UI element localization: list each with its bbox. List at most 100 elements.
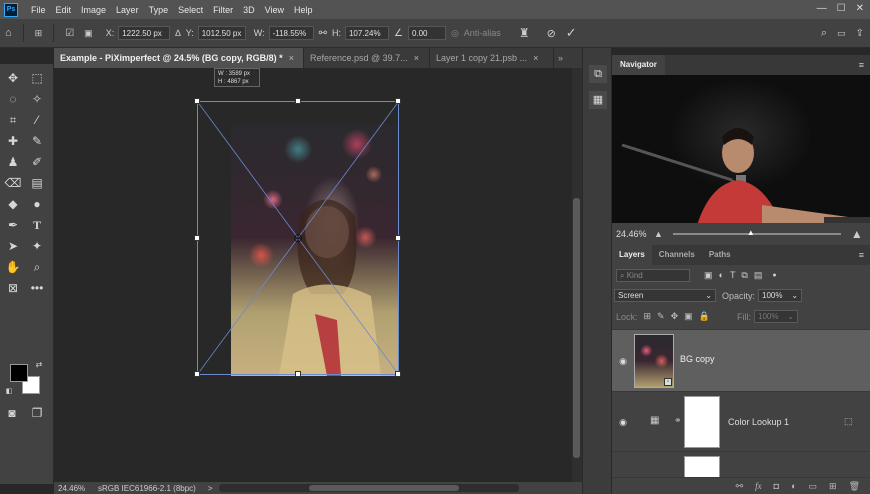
frame-tool-icon[interactable]: ⊠ bbox=[4, 279, 22, 297]
tab-close-icon[interactable]: × bbox=[289, 53, 294, 63]
menu-view[interactable]: View bbox=[260, 5, 289, 15]
hand-tool-icon[interactable]: ✋ bbox=[4, 258, 22, 276]
layer-kind-filter[interactable]: ⌕ Kind bbox=[616, 269, 690, 282]
minimize-icon[interactable]: — bbox=[817, 3, 827, 14]
layer-row-color-lookup[interactable]: ◉ ▦ ⚭ Color Lookup 1 ⬚ bbox=[612, 391, 870, 451]
lock-icons[interactable]: ⊞✎✥▣🔒 bbox=[644, 311, 716, 322]
panel-menu-icon[interactable]: ≡ bbox=[859, 245, 864, 265]
pen-tool-icon[interactable]: ✒ bbox=[4, 216, 22, 234]
tab-navigator[interactable]: Navigator bbox=[612, 55, 665, 75]
tab-reference-document[interactable]: Reference.psd @ 39.7... × bbox=[304, 48, 430, 68]
menu-filter[interactable]: Filter bbox=[208, 5, 238, 15]
link-layers-icon[interactable]: ⚯ bbox=[736, 481, 744, 492]
filter-toggle-icon[interactable]: ● bbox=[772, 272, 776, 279]
layer-filter-icons[interactable]: ▣◐T⧉▤ bbox=[704, 270, 768, 281]
blur-tool-icon[interactable]: ◆ bbox=[4, 195, 22, 213]
layer-row-partial[interactable] bbox=[612, 451, 870, 478]
horizontal-scrollbar[interactable] bbox=[218, 484, 519, 492]
close-window-icon[interactable]: ✕ bbox=[856, 3, 864, 14]
path-selection-tool-icon[interactable]: ➤ bbox=[4, 237, 22, 255]
status-zoom[interactable]: 24.46% bbox=[58, 484, 92, 493]
marquee-tool-icon[interactable]: ⬚ bbox=[28, 69, 46, 87]
zoom-slider-handle[interactable]: ▲ bbox=[747, 229, 755, 237]
custom-shape-tool-icon[interactable]: ✦ bbox=[28, 237, 46, 255]
reference-point-grid-icon[interactable]: ⊞ bbox=[35, 28, 43, 39]
menu-type[interactable]: Type bbox=[144, 5, 174, 15]
zoom-out-icon[interactable]: ▲ bbox=[654, 229, 663, 239]
gradient-tool-icon[interactable]: ▤ bbox=[28, 174, 46, 192]
move-tool-icon[interactable]: ✥ bbox=[4, 69, 22, 87]
transform-handle-right[interactable] bbox=[395, 235, 401, 241]
transform-handle-bottom-right[interactable] bbox=[395, 371, 401, 377]
interpolation-icon[interactable]: ◎ bbox=[451, 28, 459, 39]
lasso-tool-icon[interactable]: ◌ bbox=[4, 90, 22, 108]
healing-brush-tool-icon[interactable]: ✚ bbox=[4, 132, 22, 150]
visibility-eye-icon[interactable]: ◉ bbox=[618, 356, 628, 366]
document-canvas[interactable]: ⊕ W : 3589 px H : 4867 px bbox=[54, 68, 572, 482]
screen-mode-icon[interactable]: ❐ bbox=[28, 404, 46, 422]
type-tool-icon[interactable]: T bbox=[28, 216, 46, 234]
blend-mode-select[interactable]: Screen ⌄ bbox=[614, 289, 716, 302]
new-layer-icon[interactable]: ⊞ bbox=[829, 481, 837, 492]
magic-wand-tool-icon[interactable]: ✧ bbox=[28, 90, 46, 108]
transform-bounding-box[interactable]: ⊕ bbox=[194, 98, 401, 377]
layer-mask-thumbnail[interactable] bbox=[684, 396, 720, 448]
delete-layer-icon[interactable]: 🗑 bbox=[849, 481, 860, 492]
swap-colors-icon[interactable]: ⇄ bbox=[34, 360, 44, 370]
more-tools-icon[interactable]: ••• bbox=[28, 279, 46, 297]
commit-transform-icon[interactable]: ✓ bbox=[566, 25, 577, 41]
menu-help[interactable]: Help bbox=[289, 5, 318, 15]
scrollbar-thumb[interactable] bbox=[573, 198, 580, 458]
eyedropper-tool-icon[interactable]: ⁄ bbox=[28, 111, 46, 129]
dodge-tool-icon[interactable]: ● bbox=[28, 195, 46, 213]
tab-layer-copy-document[interactable]: Layer 1 copy 21.psb ... × bbox=[430, 48, 554, 68]
tab-paths[interactable]: Paths bbox=[702, 245, 738, 265]
transform-handle-left[interactable] bbox=[194, 235, 200, 241]
tab-layers[interactable]: Layers bbox=[612, 245, 652, 265]
tab-example-document[interactable]: Example - PiXimperfect @ 24.5% (BG copy,… bbox=[54, 48, 304, 68]
navigator-preview[interactable] bbox=[612, 75, 870, 223]
link-icon[interactable]: ⚯ bbox=[319, 28, 327, 39]
tab-channels[interactable]: Channels bbox=[652, 245, 702, 265]
layer-name[interactable]: BG copy bbox=[680, 354, 715, 364]
default-colors-icon[interactable]: ◧ bbox=[4, 387, 14, 397]
home-icon[interactable]: ⌂ bbox=[5, 27, 12, 39]
layer-name[interactable]: Color Lookup 1 bbox=[728, 417, 789, 427]
foreground-color-swatch[interactable] bbox=[10, 364, 28, 382]
transform-handle-bottom[interactable] bbox=[295, 371, 301, 377]
canvas-vertical-scrollbar[interactable] bbox=[572, 68, 582, 482]
menu-edit[interactable]: Edit bbox=[51, 5, 77, 15]
height-percent-input[interactable]: 107.24% bbox=[344, 26, 389, 40]
clone-stamp-tool-icon[interactable]: ♟ bbox=[4, 153, 22, 171]
group-folder-icon[interactable]: ▭ bbox=[809, 481, 818, 492]
workspace-icon[interactable]: ▭ bbox=[837, 28, 846, 39]
properties-panel-icon[interactable]: ▦ bbox=[589, 91, 607, 109]
quick-mask-icon[interactable]: ◙ bbox=[3, 404, 21, 422]
layer-mask-link-icon[interactable]: ⚭ bbox=[674, 415, 682, 426]
share-icon[interactable]: ⇪ bbox=[856, 28, 864, 39]
history-panel-icon[interactable]: ⧉ bbox=[589, 65, 607, 83]
tab-close-icon[interactable]: × bbox=[533, 53, 538, 63]
visibility-eye-icon[interactable]: ◉ bbox=[618, 417, 628, 427]
adjustment-icon[interactable]: ◐ bbox=[791, 481, 796, 491]
zoom-tool-icon[interactable]: ⌕ bbox=[28, 258, 46, 276]
brush-tool-icon[interactable]: ✎ bbox=[28, 132, 46, 150]
fill-input[interactable]: 100% ⌄ bbox=[754, 310, 798, 323]
navigator-zoom-value[interactable]: 24.46% bbox=[616, 229, 650, 239]
layer-row-bg-copy[interactable]: ◉ ▫ BG copy bbox=[612, 329, 870, 391]
tabs-overflow-icon[interactable]: » bbox=[554, 48, 567, 68]
transform-handle-top-left[interactable] bbox=[194, 98, 200, 104]
eraser-tool-icon[interactable]: ⌫ bbox=[4, 174, 22, 192]
layer-style-icon[interactable]: fx bbox=[755, 481, 762, 491]
search-icon[interactable]: ⌕ bbox=[821, 27, 827, 40]
scrollbar-thumb[interactable] bbox=[308, 485, 459, 491]
history-brush-tool-icon[interactable]: ✐ bbox=[28, 153, 46, 171]
opacity-input[interactable]: 100% ⌄ bbox=[758, 289, 803, 302]
antialias-label[interactable]: Anti-alias bbox=[464, 28, 501, 38]
menu-file[interactable]: File bbox=[26, 5, 51, 15]
clip-to-layer-icon[interactable]: ⬚ bbox=[844, 416, 853, 427]
transform-handle-bottom-left[interactable] bbox=[194, 371, 200, 377]
add-mask-icon[interactable]: ◘ bbox=[774, 481, 779, 491]
reference-point-icon[interactable]: ▣ bbox=[84, 28, 93, 39]
width-percent-input[interactable]: -118.55% bbox=[268, 26, 314, 40]
